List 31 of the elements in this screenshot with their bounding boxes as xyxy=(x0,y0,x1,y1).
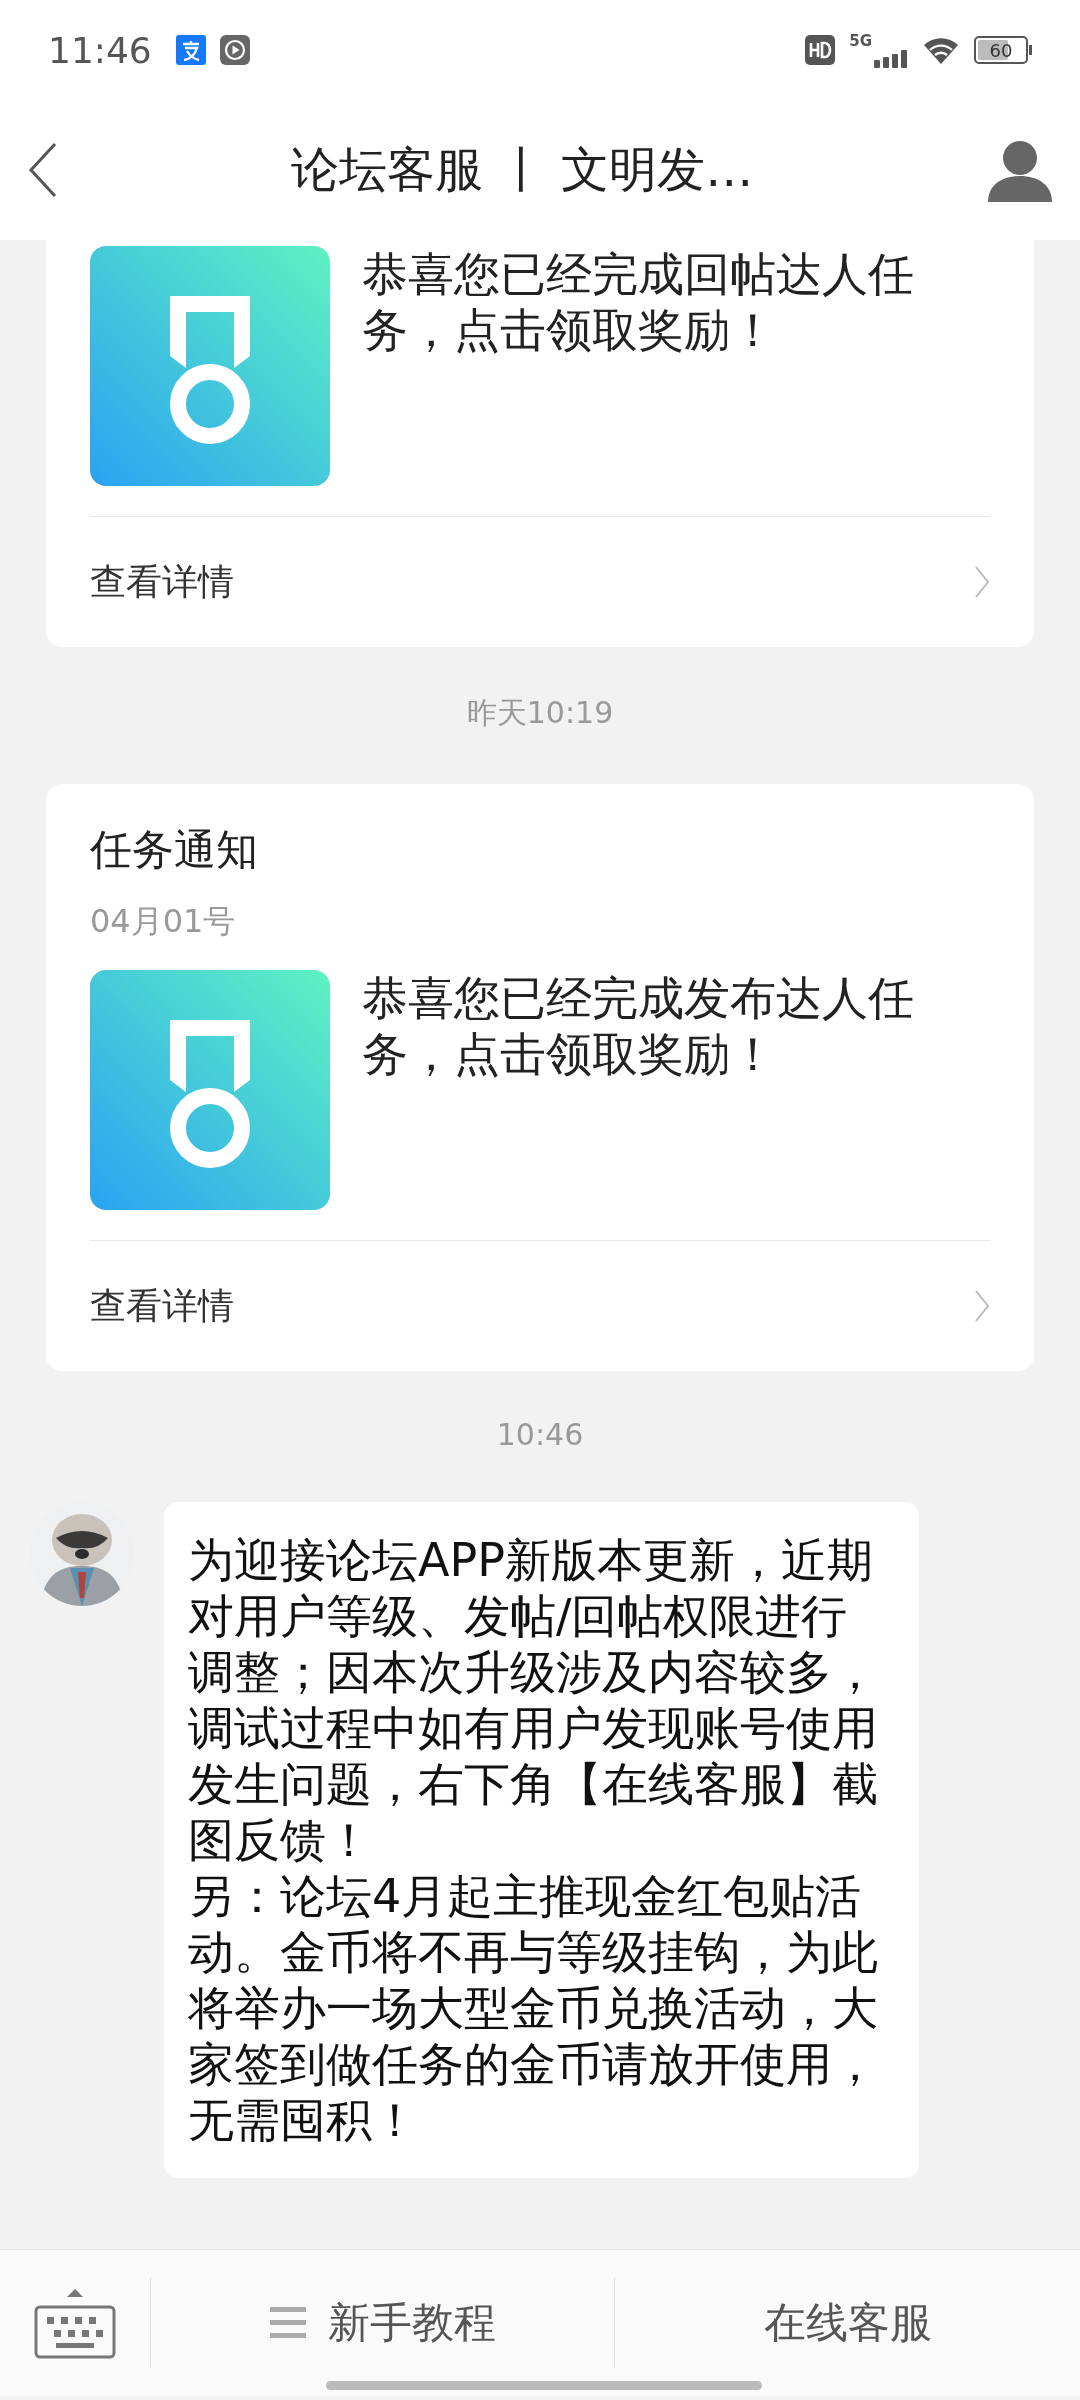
medal-icon xyxy=(90,970,330,1210)
chat-title: 论坛客服 丨 文明发… xyxy=(290,140,754,199)
message-text: 另：论坛4月起主推现金红包贴活动。金币将不再与等级挂钩，为此将举办一场大型金币兑换活动，大家签到做任务的金币请放开使用，无需囤积！ xyxy=(188,1868,879,2148)
timestamp: 昨天10:19 xyxy=(465,694,615,732)
card-date: 04月01号 xyxy=(90,901,237,942)
task-text: 恭喜您已经完成发布达人任务，点击领取奖励！ xyxy=(362,970,915,1083)
battery-level: 60 xyxy=(989,39,1013,61)
keyboard-icon xyxy=(34,2287,116,2359)
play-icon xyxy=(219,35,250,65)
menu-icon xyxy=(269,2305,306,2341)
online-service-button[interactable]: 在线客服 xyxy=(614,2278,1080,2368)
hd-icon xyxy=(805,35,836,65)
details-link[interactable]: 查看详情 xyxy=(90,517,990,647)
chevron-icon xyxy=(974,565,990,599)
details-link[interactable]: 查看详情 xyxy=(90,1241,990,1371)
card-title: 任务通知 xyxy=(90,824,259,876)
medal-icon xyxy=(90,246,330,486)
tutorial-button[interactable]: 新手教程 xyxy=(150,2278,614,2368)
chevron-icon xyxy=(974,1289,990,1323)
message-text: 为迎接论坛APP新版本更新，近期对用户等级、发帖/回帖权限进行调整；因本次升级涉及内容较多，调试过程中如有用户发现账号使用发生问题，右下角【在线客服】截图反馈！ xyxy=(188,1532,879,1868)
back-icon xyxy=(28,142,58,198)
details-label: 查看详情 xyxy=(90,1283,234,1328)
clock: 11:46 xyxy=(48,29,152,71)
task-text: 恭喜您已经完成回帖达人任务，点击领取奖励！ xyxy=(362,246,915,359)
signal-icon xyxy=(874,50,908,68)
payment-app-icon xyxy=(175,35,206,65)
network-type: 5G xyxy=(849,32,872,50)
back-button[interactable] xyxy=(28,142,58,198)
timestamp: 10:46 xyxy=(495,1417,585,1452)
details-label: 查看详情 xyxy=(90,559,234,604)
wifi-icon xyxy=(922,35,960,65)
